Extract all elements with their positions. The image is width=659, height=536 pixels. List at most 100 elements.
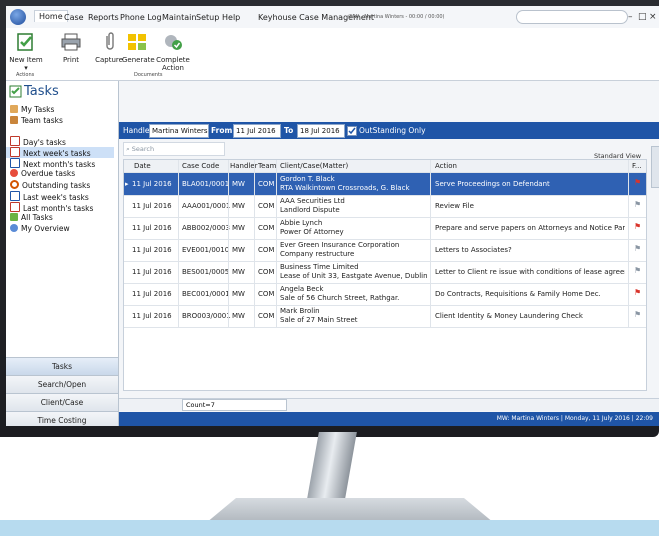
minimize-button[interactable]: – [628,12,633,22]
print-button[interactable]: Print [56,32,86,64]
from-label: From [211,126,233,135]
cell-handler: MW [232,312,245,320]
person-icon [10,105,18,113]
side-tab-reminders[interactable] [651,146,659,188]
cell-code: AAA001/0001 [182,202,231,210]
column-header-date[interactable]: Date [134,162,151,170]
red-flag-icon[interactable]: ⚑ [634,288,641,297]
app-menu-icon[interactable] [10,9,26,25]
table-row[interactable]: 11 Jul 2016 BRO003/0001 MW COM Mark Brolin Sa… [124,305,646,328]
sidebar-item-my-overview[interactable]: My Overview [10,224,70,233]
printer-icon [61,33,81,51]
column-header-flag[interactable]: F... [632,162,642,170]
tasks-icon [9,85,22,98]
tab-home[interactable]: Home [34,10,68,22]
new-item-label: New Item ▾ [9,56,43,72]
title-bar: Home Case Reports Phone Log Maintain Set… [6,6,659,29]
flag-outline-icon[interactable]: ⚑ [634,244,641,253]
to-date-field[interactable]: 18 Jul 2016 [297,124,345,138]
new-item-button[interactable]: New Item ▾ [8,32,44,72]
complete-action-button[interactable]: Complete Action [148,32,198,72]
red-flag-icon[interactable]: ⚑ [634,222,641,231]
table-row[interactable]: 11 Jul 2016 BEC001/0001 MW COM Angela Beck Sa… [124,283,646,306]
nav-search-open[interactable]: Search/Open [6,375,118,393]
column-header-case-code[interactable]: Case Code [182,162,219,170]
sidebar-item-next-weeks-tasks[interactable]: Next week's tasks [6,147,114,158]
cell-matter: Lease of Unit 33, Eastgate Avenue, Dubli… [280,272,430,280]
search-input[interactable]: ⌕ Search [123,142,225,156]
nav-tasks[interactable]: Tasks [6,357,118,375]
ribbon: New Item ▾ Actions Print Capture Generat… [6,28,659,81]
sidebar-item-label: Last month's tasks [23,204,94,213]
tab-phone-log[interactable]: Phone Log [120,13,162,22]
sidebar-item-team-tasks[interactable]: Team tasks [10,116,63,125]
column-header-action[interactable]: Action [435,162,457,170]
ribbon-search-input[interactable] [516,10,628,24]
table-row[interactable]: 11 Jul 2016 EVE001/0010 MW COM Ever Green In… [124,239,646,262]
red-flag-icon[interactable]: ⚑ [634,178,641,187]
from-date-field[interactable]: 11 Jul 2016 [233,124,281,138]
cell-code: BLA001/0001 [182,180,230,188]
cell-handler: MW [232,180,245,188]
tab-setup[interactable]: Setup [196,13,219,22]
overview-icon [10,224,18,232]
column-separator [254,160,255,327]
complete-label: Complete [156,56,190,64]
cell-action: Client Identity & Money Laundering Check [435,312,583,320]
tab-help[interactable]: Help [222,13,240,22]
cell-team: COM [258,180,275,188]
sidebar-item-next-months-tasks[interactable]: Next month's tasks [10,158,95,169]
sidebar-item-label: Next month's tasks [23,160,96,169]
cell-date: 11 Jul 2016 [132,202,172,210]
cell-action: Prepare and serve papers on Attorneys an… [435,224,625,232]
table-row[interactable]: 11 Jul 2016 ABB002/0003 MW COM Abbie Lynch Po… [124,217,646,240]
maximize-button[interactable]: □ [638,12,647,22]
column-header-client-case[interactable]: Client/Case(Matter) [280,162,348,170]
column-separator [430,160,431,327]
cell-matter: Power Of Attorney [280,228,344,236]
cell-code: ABB002/0003 [182,224,230,232]
left-panel: Tasks My Tasks Team tasks Day's tasks Ne… [6,81,119,426]
sidebar-item-last-weeks-tasks[interactable]: Last week's tasks [10,191,89,202]
sidebar-item-overdue-tasks[interactable]: Overdue tasks [10,169,75,178]
handler-select[interactable]: Martina Winters [149,124,209,138]
flag-outline-icon[interactable]: ⚑ [634,266,641,275]
cell-date: 11 Jul 2016 [132,224,172,232]
sidebar-item-label: Overdue tasks [21,169,76,178]
tab-maintain[interactable]: Maintain [162,13,196,22]
cell-matter: Sale of 27 Main Street [280,316,358,324]
capture-label: Capture [95,56,123,64]
sidebar-item-all-tasks[interactable]: All Tasks [10,213,53,222]
sidebar-item-days-tasks[interactable]: Day's tasks [10,136,66,147]
nav-client-case[interactable]: Client/Case [6,393,118,411]
flag-outline-icon[interactable]: ⚑ [634,200,641,209]
column-header-team[interactable]: Team [258,162,277,170]
nav-time-costing[interactable]: Time Costing [6,411,118,426]
cell-handler: MW [232,268,245,276]
status-bar: MW: Martina Winters | Monday, 11 July 20… [119,412,659,426]
calendar-icon [10,191,20,201]
cell-team: COM [258,202,275,210]
action-label: Action [162,64,184,72]
table-row[interactable]: 11 Jul 2016 BLA001/0001 MW COM Gordon T. Bla… [124,173,646,196]
cell-handler: MW [232,224,245,232]
outstanding-only-checkbox[interactable] [347,126,357,136]
cell-date: 11 Jul 2016 [132,312,172,320]
cell-code: BES001/0005 [182,268,230,276]
table-row[interactable]: 11 Jul 2016 BES001/0005 MW COM Business Time… [124,261,646,284]
sidebar-item-my-tasks[interactable]: My Tasks [10,105,54,114]
capture-button[interactable]: Capture [94,32,124,64]
row-count: Count=7 [182,399,287,411]
sidebar-item-last-months-tasks[interactable]: Last month's tasks [10,202,93,213]
flag-outline-icon[interactable]: ⚑ [634,310,641,319]
tab-case[interactable]: Case [64,13,84,22]
tab-reports[interactable]: Reports [88,13,119,22]
sidebar-item-outstanding-tasks[interactable]: Outstanding tasks [10,180,90,190]
cell-matter: Sale of 56 Church Street, Rathgar. [280,294,400,302]
close-button[interactable]: × [649,12,657,22]
paperclip-icon [106,32,114,50]
table-row[interactable]: 11 Jul 2016 AAA001/0001 MW COM AAA Securitie… [124,195,646,218]
calendar-icon [10,158,20,168]
cell-handler: MW [232,246,245,254]
column-separator [178,160,179,327]
